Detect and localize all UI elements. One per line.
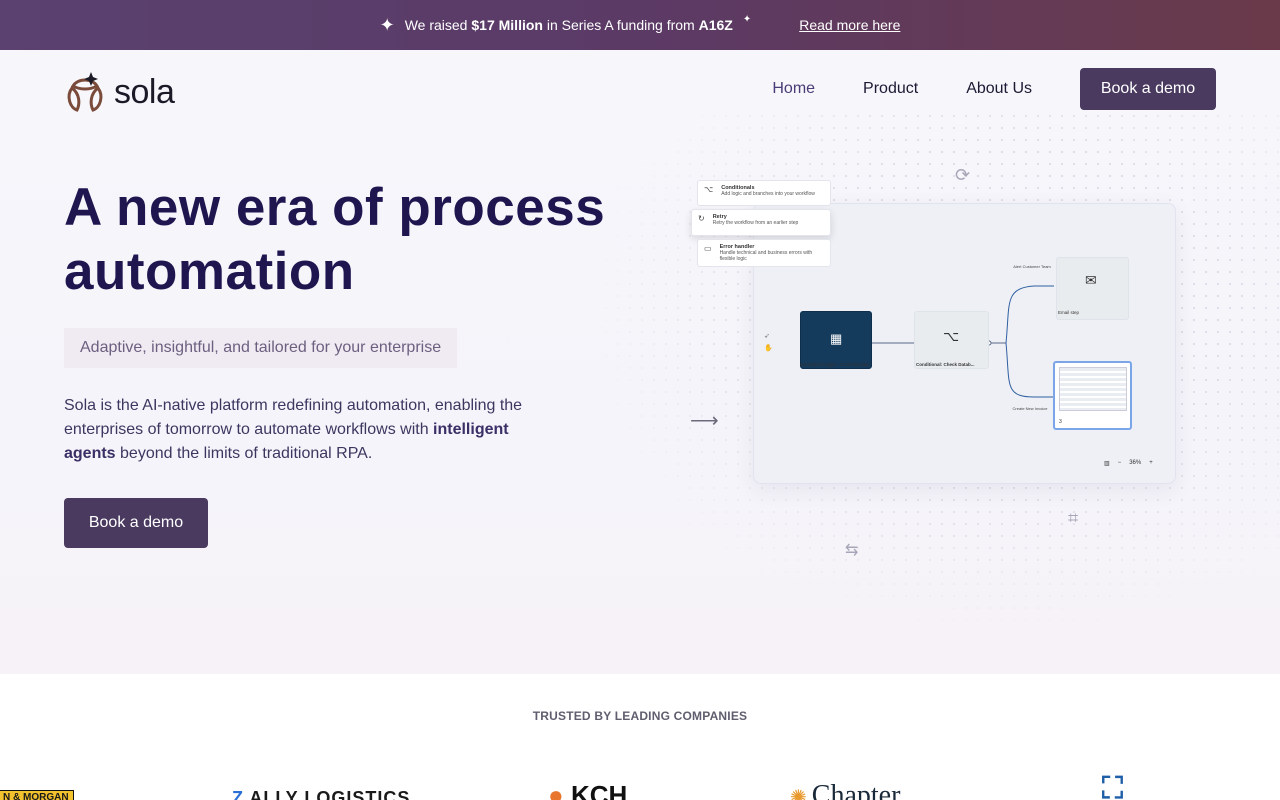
branch-label-bottom: Create New Invoice [1012,406,1048,411]
cursor-tool-icon[interactable]: ➶ [764,332,770,340]
book-demo-hero-button[interactable]: Book a demo [64,498,208,548]
chapter-sun-icon: ✺ [790,787,812,800]
zoom-in-button[interactable]: + [1149,460,1153,467]
screenshot-node[interactable]: 3 [1053,361,1132,430]
repeat-icon: ⇆ [845,542,859,559]
conditional-label: Conditional: Check Datab... [916,362,975,367]
branch-icon: ⌥ [704,185,714,194]
zoom-level: 36% [1129,460,1142,466]
sparkle-small-icon: ✦ [742,13,752,25]
nav-home[interactable]: Home [772,80,815,98]
conditional-node[interactable]: ⌥ [914,311,989,369]
error-icon: ▭ [704,244,712,253]
logo-kch: ● KCH [548,780,627,800]
panel-subtitle: Retry the workflow from an earlier step [712,220,799,226]
nav-product[interactable]: Product [863,80,918,98]
book-demo-nav-button[interactable]: Book a demo [1080,68,1216,110]
trigger-label: Scheduled Trigger: 12:00 PM Daily [800,362,870,367]
panel-subtitle: Handle technical and business errors wit… [719,250,813,262]
branch-icon: ⌥ [943,328,960,344]
panel-subtitle: Add logic and branches into your workflo… [721,191,815,197]
logo-ally-logistics: Z ALLY LOGISTICS [232,788,410,800]
main-nav: Home Product About Us Book a demo [772,68,1216,110]
nodes-icon: ⌗ [1068,508,1079,528]
hero-title: A new era of process automation [64,178,606,301]
nav-about-us[interactable]: About Us [966,80,1032,98]
logo-blue-mark: ⛶ [1102,772,1123,800]
calendar-icon: ▦ [830,331,843,346]
panel-retry[interactable]: ↻ Retry Retry the workflow from an earlie… [691,209,831,236]
trusted-section: TRUSTED BY LEADING COMPANIES N & MORGAN … [0,674,1280,800]
logo-text: sola [114,72,175,111]
hero-description: Sola is the AI-native platform redefinin… [64,397,523,462]
hand-tool-icon[interactable]: ✋ [764,344,773,352]
trusted-heading: TRUSTED BY LEADING COMPANIES [532,709,748,723]
screenshot-thumbnail [1059,367,1127,411]
banner-text: We raised $17 Million in Series A fundin… [404,17,733,33]
ally-mark-icon: Z [232,788,250,800]
hero-tagline: Adaptive, insightful, and tailored for y… [64,328,458,368]
email-label: Email step [1058,310,1080,315]
map-icon[interactable]: ▥ [1104,460,1110,467]
trigger-node[interactable]: ▦ [800,311,872,369]
envelope-icon: ✉ [1085,272,1097,288]
arrow-right-icon: ⟶ [690,410,719,432]
logo-morgan: N & MORGAN [0,790,74,800]
zoom-out-button[interactable]: − [1118,460,1122,467]
screenshot-count: 3 [1059,419,1062,425]
sparkle-icon: ✦ [379,14,395,35]
panel-conditionals[interactable]: ⌥ Conditionals Add logic and branches int… [697,180,831,206]
logo-chapter: ✺ Chapter [790,780,900,800]
read-more-link[interactable]: Read more here [799,17,900,33]
announcement-banner: ✦ We raised $17 Million in Series A fund… [0,0,1280,50]
branch-label-top: Alert Customer Team [1013,264,1051,269]
logo[interactable]: sola [64,70,175,114]
sola-logo-icon [67,72,103,112]
refresh-icon: ⟳ [955,165,971,185]
retry-icon: ↻ [698,214,705,223]
panel-error-handler[interactable]: ▭ Error handler Handle technical and busi… [697,239,831,267]
kch-globe-icon: ● [548,780,571,800]
zoom-controls: ▥ − 36% + [1104,460,1153,467]
